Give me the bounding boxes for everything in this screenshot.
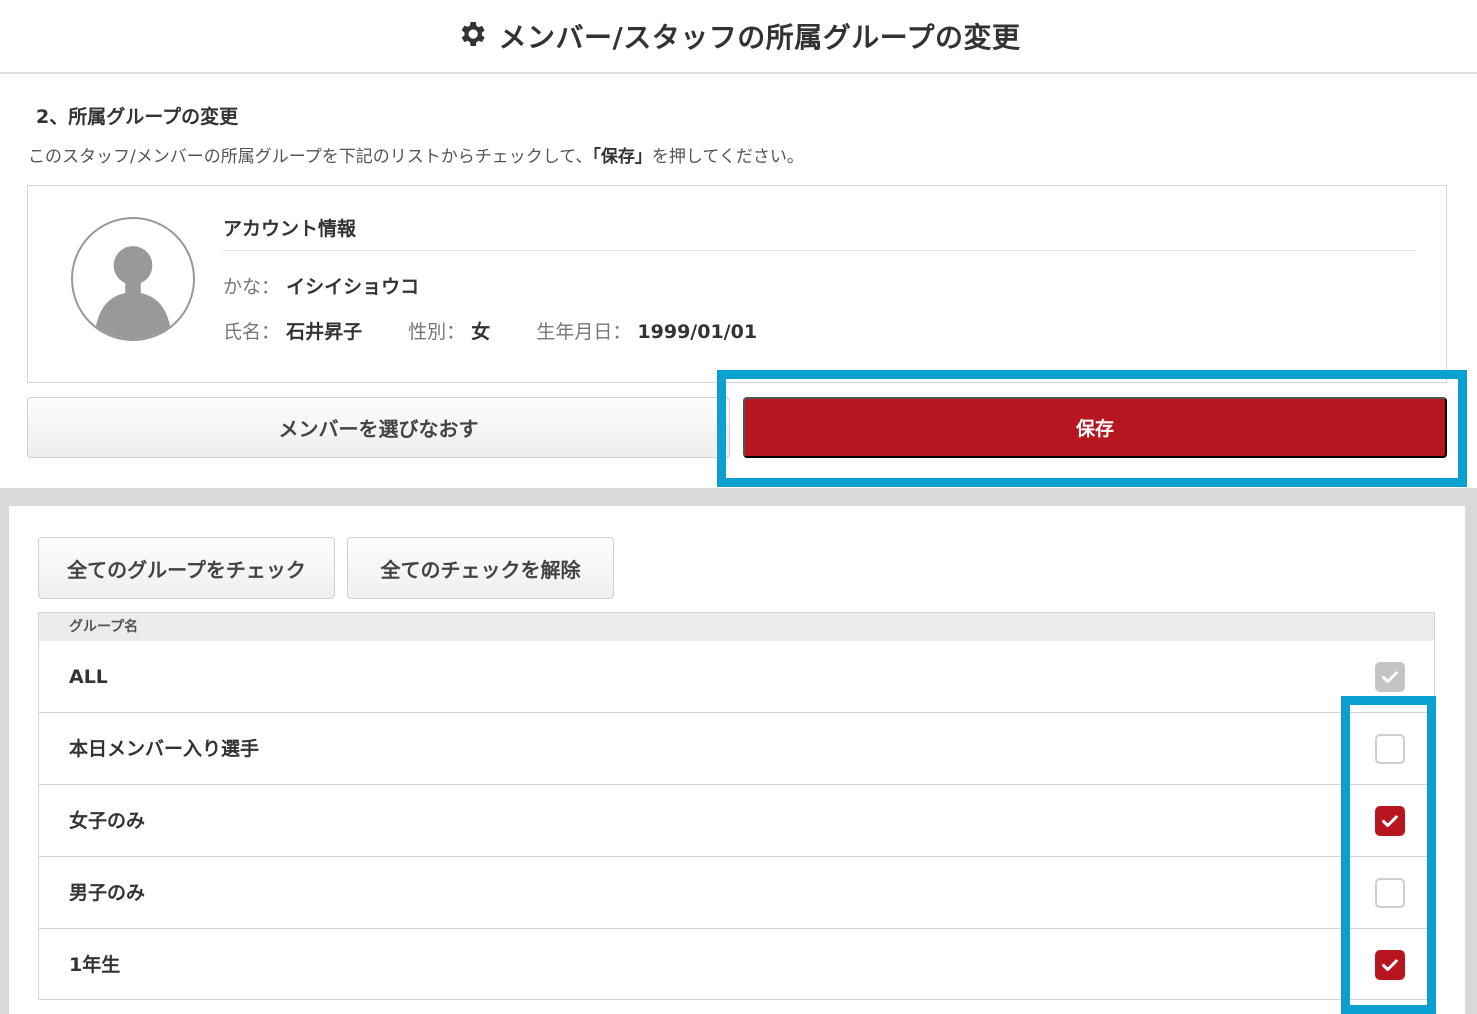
page: メンバー/スタッフの所属グループの変更 2、所属グループの変更 このスタッフ/メ… — [0, 0, 1477, 1014]
group-name: 1年生 — [69, 954, 121, 976]
kana-value: イシイショウコ — [286, 276, 420, 298]
kana-label: かな： — [223, 276, 281, 298]
name-value: 石井昇子 — [286, 321, 363, 343]
checkmark-icon — [1382, 671, 1398, 684]
gear-icon — [456, 18, 488, 54]
group-checkbox — [1375, 662, 1405, 692]
page-title: メンバー/スタッフの所属グループの変更 — [498, 21, 1021, 54]
avatar — [71, 217, 195, 341]
group-table: グループ名 ALL 本日メンバー入り選手 女子のみ男子のみ 1年生 — [38, 612, 1435, 1000]
account-heading: アカウント情報 — [223, 218, 357, 240]
uncheck-all-button[interactable]: 全てのチェックを解除 — [347, 537, 614, 599]
step-desc-after: を押してください。 — [651, 147, 804, 167]
gender-value: 女 — [471, 321, 491, 343]
check-all-groups-button[interactable]: 全てのグループをチェック — [38, 537, 335, 599]
group-name: 女子のみ — [69, 810, 146, 832]
birth-label: 生年月日： — [536, 321, 632, 343]
birth-value: 1999/01/01 — [637, 321, 758, 343]
header-title-group: メンバー/スタッフの所属グループの変更 — [456, 16, 1020, 56]
group-column-header: グループ名 — [39, 613, 1434, 641]
account-divider — [223, 250, 1416, 251]
group-row[interactable]: 本日メンバー入り選手 — [39, 713, 1434, 785]
step-title: 2、所属グループの変更 — [36, 106, 239, 128]
account-kana-row: かな： イシイショウコ — [223, 272, 419, 299]
account-name-row: 氏名： 石井昇子 性別： 女 生年月日： 1999/01/01 — [223, 317, 757, 344]
account-card: アカウント情報 かな： イシイショウコ 氏名： 石井昇子 性別： 女 生年月日：… — [27, 185, 1447, 383]
step-desc-bold: 「保存」 — [592, 147, 652, 167]
group-name: 男子のみ — [69, 882, 146, 904]
page-header: メンバー/スタッフの所属グループの変更 — [0, 0, 1477, 74]
gender-label: 性別： — [408, 321, 466, 343]
name-label: 氏名： — [223, 321, 281, 343]
user-silhouette-icon — [94, 246, 172, 339]
step-description: このスタッフ/メンバーの所属グループを下記のリストからチェックして、「保存」を押… — [28, 142, 804, 167]
group-row[interactable]: 女子のみ — [39, 785, 1434, 857]
save-highlight-box — [717, 370, 1467, 487]
group-row[interactable]: 1年生 — [39, 929, 1434, 1001]
group-row[interactable]: ALL — [39, 641, 1434, 713]
step-desc-before: このスタッフ/メンバーの所属グループを下記のリストからチェックして、 — [28, 147, 593, 167]
group-row[interactable]: 男子のみ — [39, 857, 1434, 929]
group-name: ALL — [69, 666, 108, 688]
group-name: 本日メンバー入り選手 — [69, 738, 260, 760]
checkbox-highlight-box — [1341, 696, 1436, 1014]
reselect-member-button[interactable]: メンバーを選びなおす — [27, 397, 730, 458]
